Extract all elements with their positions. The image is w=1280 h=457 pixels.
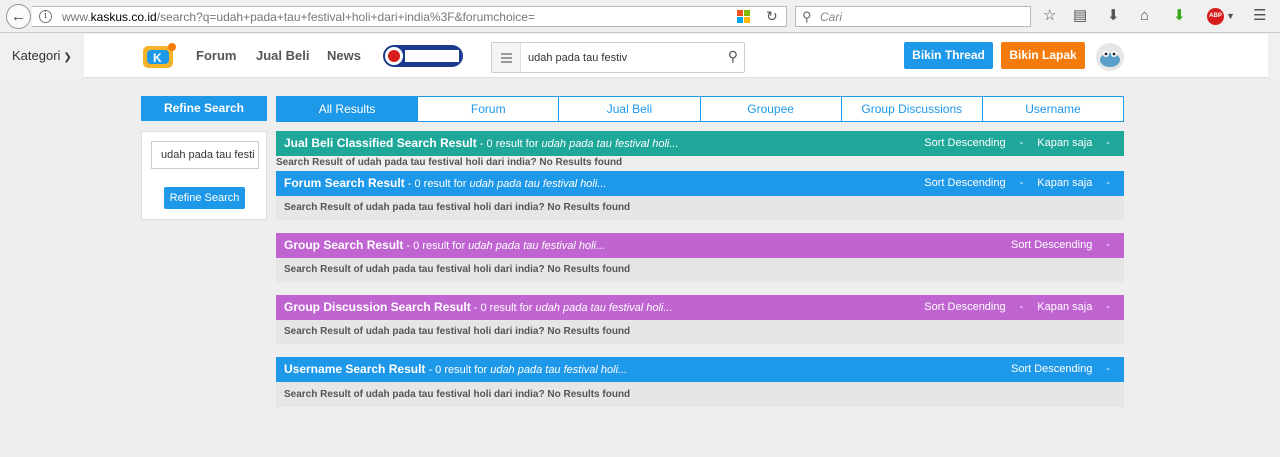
separator: -	[1019, 301, 1024, 313]
tab-all-results[interactable]: All Results	[276, 96, 419, 122]
tab-username[interactable]: Username	[982, 96, 1125, 122]
separator: -	[1106, 301, 1110, 313]
refine-search-input[interactable]	[151, 141, 259, 169]
bikin-lapak-button[interactable]: Bikin Lapak	[1001, 42, 1085, 69]
page-scrollbar[interactable]	[1268, 78, 1280, 457]
svg-text:K: K	[153, 51, 162, 65]
search-icon[interactable]: ⚲	[728, 48, 738, 65]
kaskus-logo[interactable]: K	[141, 41, 177, 71]
time-filter-dropdown[interactable]: Kapan saja	[1037, 295, 1092, 320]
group-discussion-result-header: Group Discussion Search Result - 0 resul…	[276, 295, 1124, 320]
browser-search-field[interactable]: ⚲ Cari	[795, 6, 1031, 27]
search-placeholder: Cari	[820, 10, 843, 24]
separator: -	[1019, 177, 1024, 189]
jual-beli-result-body: Search Result of udah pada tau festival …	[276, 156, 1124, 169]
sort-dropdown[interactable]: Sort Descending	[1011, 233, 1092, 258]
search-icon: ⚲	[802, 9, 812, 24]
group-result-header: Group Search Result - 0 result for udah …	[276, 233, 1124, 258]
home-icon[interactable]: ⌂	[1140, 7, 1149, 25]
forum-result-body: Search Result of udah pada tau festival …	[276, 196, 1124, 220]
refine-search-button[interactable]: Refine Search	[164, 187, 245, 209]
bookmark-star-icon[interactable]: ☆	[1043, 7, 1056, 25]
avatar[interactable]	[1096, 43, 1124, 71]
site-search-bar[interactable]: ⚲	[491, 42, 745, 73]
result-count: - 0 result for	[476, 138, 542, 150]
result-query: udah pada tau festival holi...	[469, 178, 607, 190]
chevron-down-icon[interactable]: ▼	[1226, 7, 1235, 25]
result-title[interactable]: Jual Beli Classified Search Result	[284, 136, 477, 150]
result-title[interactable]: Group Search Result	[284, 238, 403, 252]
scrollbar[interactable]	[1268, 34, 1280, 78]
result-count: - 0 result for	[425, 364, 491, 376]
kategori-label: Kategori	[12, 48, 61, 63]
tab-groupee[interactable]: Groupee	[700, 96, 842, 122]
separator: -	[1106, 363, 1110, 375]
adblock-icon[interactable]: ABP	[1207, 8, 1224, 25]
result-title[interactable]: Group Discussion Search Result	[284, 300, 471, 314]
separator: -	[1019, 137, 1024, 149]
username-result-header: Username Search Result - 0 result for ud…	[276, 357, 1124, 382]
chevron-down-icon: ❯	[63, 52, 72, 63]
username-result-body: Search Result of udah pada tau festival …	[276, 382, 1124, 407]
menu-icon[interactable]: ☰	[1253, 7, 1266, 25]
result-query: udah pada tau festival holi...	[468, 240, 606, 252]
extension-icon[interactable]	[737, 10, 750, 23]
refine-search-title: Refine Search	[141, 96, 267, 121]
result-count: - 0 result for	[403, 240, 469, 252]
site-header: Kategori❯ K Forum Jual Beli News ⚲ Bikin…	[0, 34, 1280, 78]
kategori-dropdown[interactable]: Kategori ❯	[0, 34, 84, 78]
time-filter-dropdown[interactable]: Kapan saja	[1037, 131, 1092, 156]
search-menu-icon[interactable]	[492, 43, 521, 72]
forum-result-header: Forum Search Result - 0 result for udah …	[276, 171, 1124, 196]
back-button[interactable]: ←	[6, 4, 31, 29]
result-title[interactable]: Username Search Result	[284, 362, 425, 376]
sort-dropdown[interactable]: Sort Descending	[1011, 357, 1092, 382]
result-count: - 0 result for	[404, 178, 470, 190]
address-bar[interactable]: i www.kaskus.co.id/search?q=udah+pada+ta…	[32, 6, 787, 27]
nav-news[interactable]: News	[327, 48, 361, 63]
browser-toolbar: ← i www.kaskus.co.id/search?q=udah+pada+…	[0, 0, 1280, 33]
group-discussion-result-body: Search Result of udah pada tau festival …	[276, 320, 1124, 344]
time-filter-dropdown[interactable]: Kapan saja	[1037, 171, 1092, 196]
tab-forum[interactable]: Forum	[418, 96, 560, 122]
url-text: www.kaskus.co.id/search?q=udah+pada+tau+…	[62, 10, 535, 24]
tab-jual-beli[interactable]: Jual Beli	[559, 96, 701, 122]
separator: -	[1106, 239, 1110, 251]
nav-forum[interactable]: Forum	[196, 48, 236, 63]
download-icon[interactable]: ⬇	[1107, 7, 1120, 25]
site-search-input[interactable]	[528, 49, 718, 66]
result-query: udah pada tau festival holi...	[541, 138, 679, 150]
sort-dropdown[interactable]: Sort Descending	[924, 295, 1005, 320]
tab-group-discussions[interactable]: Group Discussions	[841, 96, 983, 122]
group-result-body: Search Result of udah pada tau festival …	[276, 258, 1124, 282]
green-download-icon[interactable]: ⬇	[1173, 7, 1186, 25]
nav-jual-beli[interactable]: Jual Beli	[256, 48, 309, 63]
separator: -	[1106, 137, 1110, 149]
sort-dropdown[interactable]: Sort Descending	[924, 171, 1005, 196]
reload-icon[interactable]: ↻	[766, 8, 778, 25]
separator: -	[1106, 177, 1110, 189]
clipboard-icon[interactable]: ▤	[1073, 7, 1087, 25]
jual-beli-result-header: Jual Beli Classified Search Result - 0 r…	[276, 131, 1124, 156]
result-count: - 0 result for	[470, 302, 536, 314]
refine-search-panel: Refine Search	[141, 131, 267, 220]
result-query: udah pada tau festival holi...	[535, 302, 673, 314]
result-tabs: All Results Forum Jual Beli Groupee Grou…	[276, 96, 1125, 122]
bikin-thread-button[interactable]: Bikin Thread	[904, 42, 993, 69]
result-query: udah pada tau festival holi...	[490, 364, 628, 376]
liga-inggris-logo[interactable]	[383, 43, 463, 69]
result-title[interactable]: Forum Search Result	[284, 176, 405, 190]
sort-dropdown[interactable]: Sort Descending	[924, 131, 1005, 156]
info-icon[interactable]: i	[39, 10, 52, 23]
